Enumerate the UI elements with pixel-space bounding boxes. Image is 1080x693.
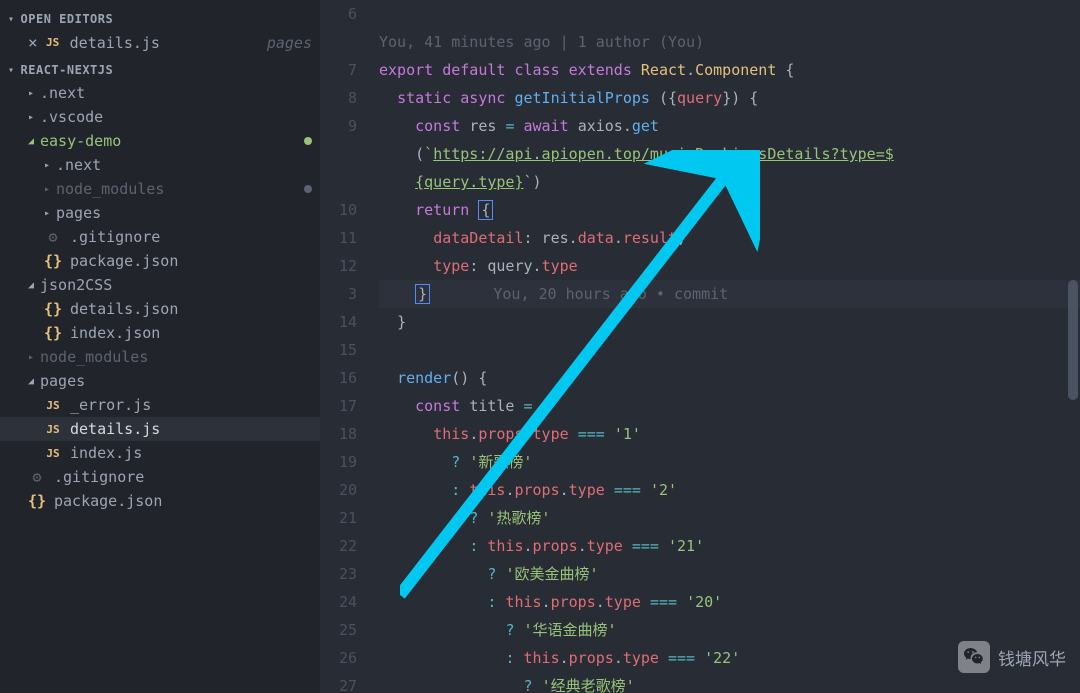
file-easy-demo-gitignore[interactable]: ⚙ .gitignore bbox=[0, 225, 320, 249]
modified-dot-icon bbox=[304, 137, 312, 145]
chevron-right-icon: ▸ bbox=[44, 208, 56, 219]
folder-vscode[interactable]: ▸ .vscode bbox=[0, 105, 320, 129]
chevron-right-icon: ▸ bbox=[28, 112, 40, 123]
json-file-icon: {} bbox=[44, 300, 62, 318]
line-gutter: 678910111231415161718192021222324252627 bbox=[320, 0, 375, 693]
git-blame-inline: You, 20 hours ago • commit bbox=[493, 285, 728, 303]
json-file-icon: {} bbox=[28, 492, 46, 510]
chevron-down-icon: ◢ bbox=[28, 280, 40, 291]
js-file-icon: JS bbox=[44, 447, 62, 460]
folder-easy-demo-next[interactable]: ▸ .next bbox=[0, 153, 320, 177]
file-details-js[interactable]: JS details.js bbox=[0, 417, 320, 441]
js-file-icon: JS bbox=[44, 399, 62, 412]
open-editor-item[interactable]: × JS details.js pages bbox=[0, 30, 320, 55]
folder-easy-demo-pages[interactable]: ▸ pages bbox=[0, 201, 320, 225]
folder-next[interactable]: ▸ .next bbox=[0, 81, 320, 105]
folder-node-modules[interactable]: ▸ node_modules bbox=[0, 345, 320, 369]
file-error-js[interactable]: JS _error.js bbox=[0, 393, 320, 417]
file-package-json[interactable]: {} package.json bbox=[0, 489, 320, 513]
folder-easy-demo[interactable]: ◢ easy-demo bbox=[0, 129, 320, 153]
js-file-icon: JS bbox=[44, 36, 62, 49]
open-editors-header[interactable]: ▾ OPEN EDITORS bbox=[0, 8, 320, 30]
chevron-down-icon: ▾ bbox=[8, 14, 15, 25]
code-content[interactable]: You, 41 minutes ago | 1 author (You) exp… bbox=[375, 0, 1080, 693]
sidebar: ▾ OPEN EDITORS × JS details.js pages ▾ R… bbox=[0, 0, 320, 693]
js-file-icon: JS bbox=[44, 423, 62, 436]
file-gitignore[interactable]: ⚙ .gitignore bbox=[0, 465, 320, 489]
chevron-down-icon: ◢ bbox=[28, 136, 40, 147]
gear-icon: ⚙ bbox=[28, 468, 46, 486]
file-index-json[interactable]: {} index.json bbox=[0, 321, 320, 345]
ignored-dot-icon bbox=[304, 185, 312, 193]
folder-pages[interactable]: ◢ pages bbox=[0, 369, 320, 393]
editor-scrollbar[interactable] bbox=[1068, 280, 1078, 400]
wechat-icon bbox=[958, 641, 990, 673]
chevron-right-icon: ▸ bbox=[28, 88, 40, 99]
chevron-down-icon: ◢ bbox=[28, 376, 40, 387]
file-easy-demo-package[interactable]: {} package.json bbox=[0, 249, 320, 273]
chevron-right-icon: ▸ bbox=[44, 184, 56, 195]
folder-easy-demo-node-modules[interactable]: ▸ node_modules bbox=[0, 177, 320, 201]
close-icon[interactable]: × bbox=[28, 33, 38, 52]
json-file-icon: {} bbox=[44, 324, 62, 342]
chevron-right-icon: ▸ bbox=[44, 160, 56, 171]
file-index-js[interactable]: JS index.js bbox=[0, 441, 320, 465]
watermark-text: 钱塘风华 bbox=[998, 645, 1066, 670]
json-file-icon: {} bbox=[44, 252, 62, 270]
code-editor[interactable]: 678910111231415161718192021222324252627 … bbox=[320, 0, 1080, 693]
workspace-header[interactable]: ▾ REACT-NEXTJS bbox=[0, 59, 320, 81]
folder-json2css[interactable]: ◢ json2CSS bbox=[0, 273, 320, 297]
chevron-right-icon: ▸ bbox=[28, 352, 40, 363]
file-details-json[interactable]: {} details.json bbox=[0, 297, 320, 321]
git-blame-top: You, 41 minutes ago | 1 author (You) bbox=[379, 28, 1080, 56]
gear-icon: ⚙ bbox=[44, 228, 62, 246]
chevron-down-icon: ▾ bbox=[8, 65, 15, 76]
watermark: 钱塘风华 bbox=[958, 641, 1066, 673]
